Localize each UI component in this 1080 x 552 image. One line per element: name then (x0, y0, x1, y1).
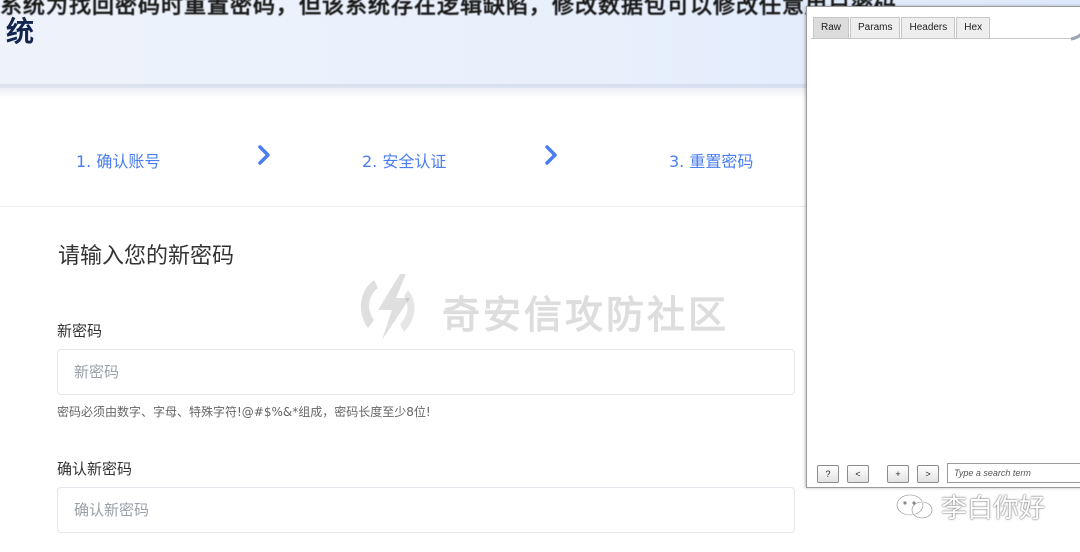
next-match-button[interactable]: > (917, 465, 939, 483)
step-2-label: 2. 安全认证 (362, 152, 447, 171)
watermark: 奇安信攻防社区 (352, 272, 752, 342)
confirm-password-input[interactable] (57, 487, 795, 533)
add-button[interactable]: + (887, 465, 909, 483)
tab-underline (811, 38, 1075, 39)
new-password-input[interactable] (57, 349, 795, 395)
help-button[interactable]: ? (817, 465, 839, 483)
page-title: 统 (6, 15, 35, 48)
banner-shadow (0, 84, 810, 98)
lightning-logo-icon (360, 274, 415, 340)
wechat-icon (896, 494, 933, 519)
tab-headers[interactable]: Headers (901, 17, 956, 38)
new-password-label: 新密码 (57, 322, 103, 340)
search-bar: ? < + > (807, 459, 1080, 487)
watermark-text: 奇安信攻防社区 (442, 293, 730, 337)
chevron-right-icon (545, 145, 557, 165)
editor-tabs: Raw Params Headers Hex (813, 17, 991, 39)
form-heading: 请输入您的新密码 (58, 244, 235, 269)
password-hint: 密码必须由数字、字母、特殊字符!@#$%&*组成，密码长度至少8位! (57, 405, 431, 419)
step-indicator: 1. 确认账号 2. 安全认证 3. 重置密码 (0, 140, 810, 180)
divider (0, 206, 810, 207)
tab-params[interactable]: Params (850, 17, 901, 38)
wechat-watermark: 李白你好 (895, 488, 1055, 528)
confirm-password-label: 确认新密码 (57, 460, 133, 478)
step-3-label: 3. 重置密码 (669, 152, 754, 171)
step-1-label: 1. 确认账号 (76, 152, 161, 171)
previous-match-button[interactable]: < (847, 465, 869, 483)
message-editor-panel: Raw Params Headers Hex ? < + > (806, 6, 1080, 488)
wechat-author-text: 李白你好 (941, 494, 1046, 524)
search-input[interactable] (947, 463, 1080, 483)
page: 系统为找回密码时重置密码，但该系统存在逻辑缺陷，修改数据包可以修改任意用户密码 … (0, 0, 1080, 552)
tab-raw[interactable]: Raw (813, 17, 850, 38)
chevron-right-icon (258, 145, 270, 165)
tab-hex[interactable]: Hex (956, 17, 991, 38)
panel-edge-decoration (1070, 33, 1080, 41)
